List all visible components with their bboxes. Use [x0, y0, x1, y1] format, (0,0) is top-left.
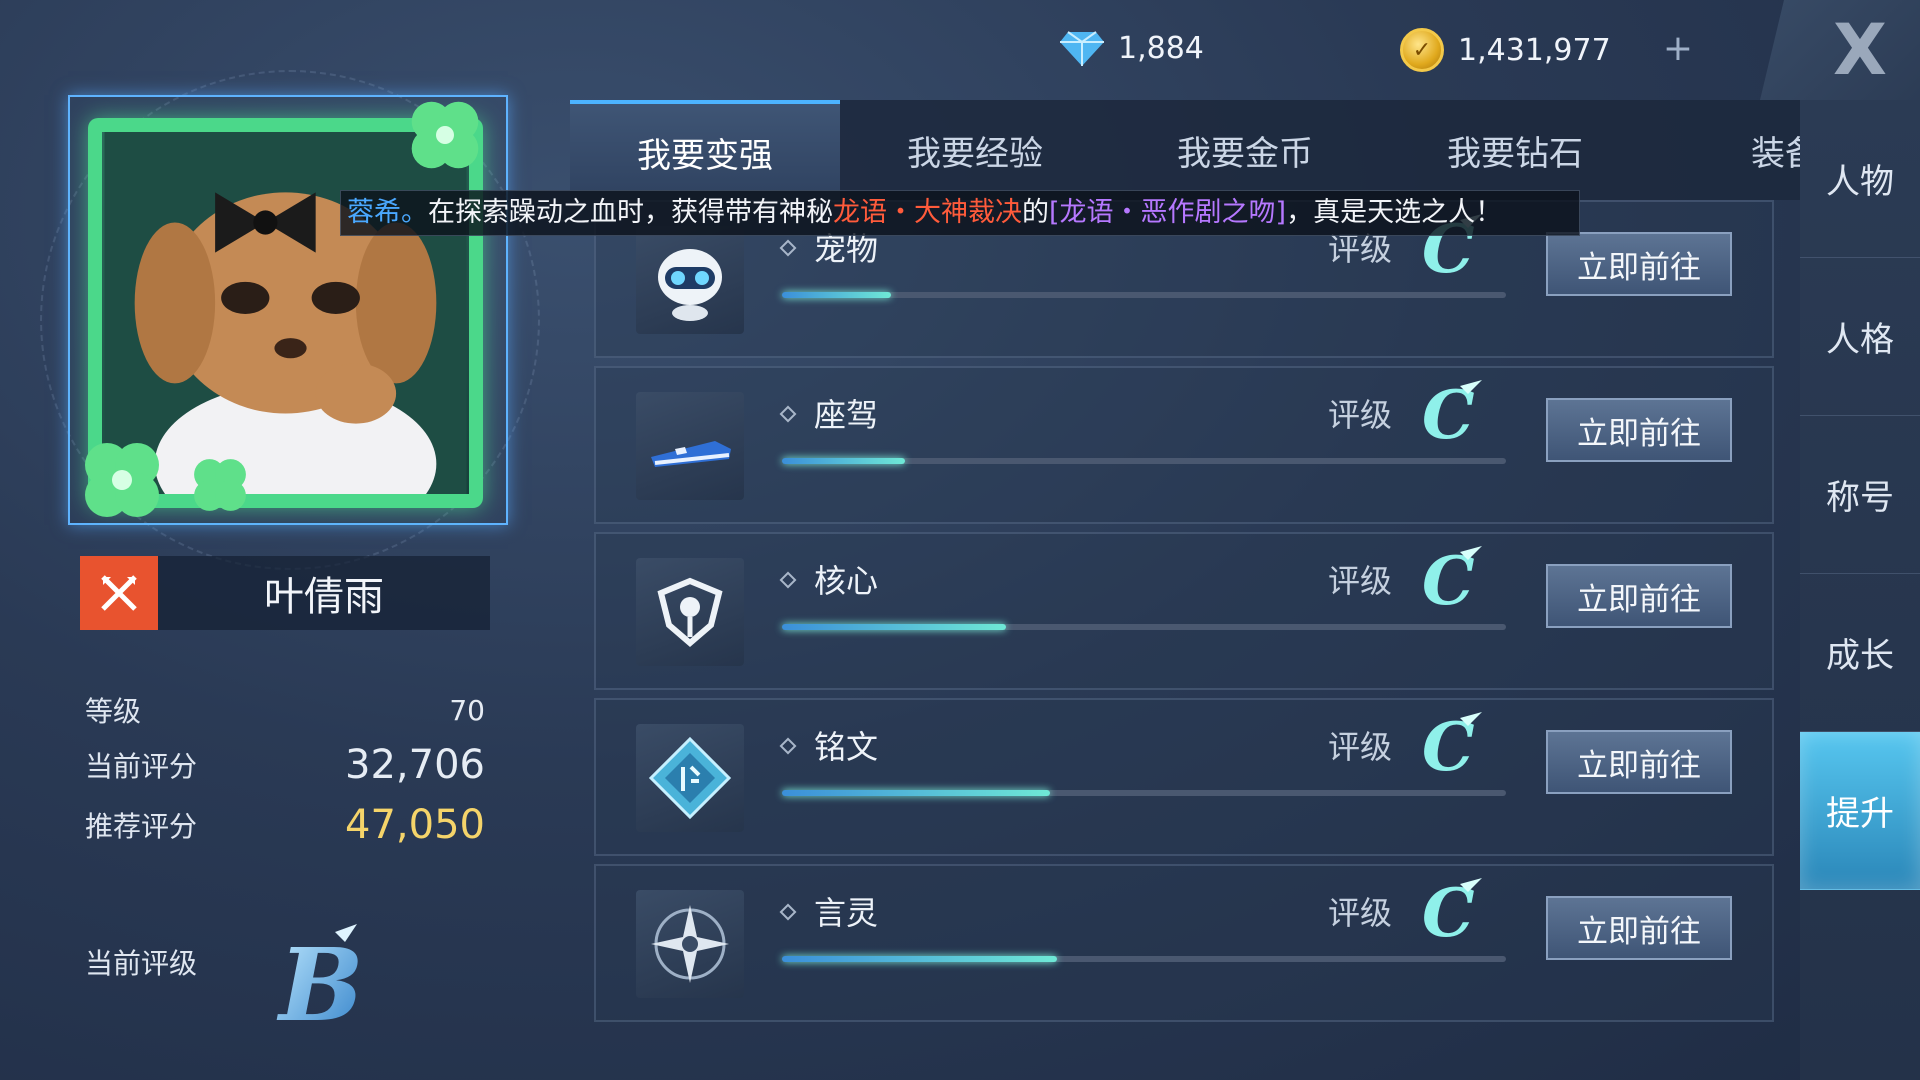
crossed-swords-class-icon: [80, 556, 158, 630]
currency-bar: 1,884 ✓ 1,431,977 +: [570, 0, 1800, 100]
rating-label: 评级: [1328, 894, 1393, 932]
broadcast-text: 在探索躁动之血时，获得带有神秘: [428, 197, 833, 228]
broadcast-text: 的: [1022, 197, 1049, 228]
go-now-button[interactable]: 立即前往: [1546, 232, 1732, 296]
tab-experience[interactable]: 我要经验: [840, 100, 1110, 200]
go-now-button[interactable]: 立即前往: [1546, 398, 1732, 462]
system-broadcast: 蓉希。在探索躁动之血时，获得带有神秘龙语・大神裁决的[龙语・恶作剧之吻]，真是天…: [340, 190, 1580, 236]
rank-b-badge-icon: B: [276, 924, 364, 1040]
list-item-inscription: 铭文 评级 C 立即前往: [594, 698, 1774, 856]
progress-fill: [782, 624, 1007, 630]
sidenav-character[interactable]: 人物: [1800, 100, 1920, 258]
list-item-spirit: 言灵 评级 C 立即前往: [594, 864, 1774, 1022]
nameplate: 叶倩雨: [80, 556, 490, 630]
gold-coin-icon: ✓: [1400, 28, 1444, 72]
sidenav-improve[interactable]: 提升: [1800, 732, 1920, 890]
recommended-score-row: 推荐评分 47,050: [85, 802, 485, 848]
current-score-label: 当前评分: [85, 750, 198, 783]
bullet-diamond-icon: [779, 737, 797, 755]
rank-letter: B: [276, 926, 364, 1040]
progress-fill: [782, 790, 1050, 796]
diamond-balance: 1,884: [1060, 28, 1204, 68]
current-rank-label: 当前评级: [85, 947, 198, 980]
broadcast-item-source: 龙语・大神裁决: [833, 197, 1022, 228]
sidenav-title[interactable]: 称号: [1800, 416, 1920, 574]
tab-diamonds[interactable]: 我要钻石: [1380, 100, 1650, 200]
row-title: 铭文: [814, 728, 879, 766]
list-item-core: 核心 评级 C 立即前往: [594, 532, 1774, 690]
category-tabs: 我要变强 我要经验 我要金币 我要钻石 装备: [570, 100, 1800, 200]
side-navigation: 人物 人格 称号 成长 提升: [1800, 100, 1920, 1080]
level-row: 等级 70: [85, 690, 485, 730]
level-value: 70: [449, 693, 485, 727]
recommended-score-label: 推荐评分: [85, 810, 198, 843]
player-name: 叶倩雨: [264, 574, 384, 620]
progress-bar: [782, 292, 1506, 298]
rating-label: 评级: [1328, 562, 1393, 600]
bullet-diamond-icon: [779, 571, 797, 589]
go-now-button[interactable]: 立即前往: [1546, 564, 1732, 628]
go-now-button[interactable]: 立即前往: [1546, 730, 1732, 794]
row-title: 核心: [814, 562, 879, 600]
bullet-diamond-icon: [779, 903, 797, 921]
clover-decoration-icon: [194, 459, 246, 511]
current-score-value: 32,706: [345, 742, 485, 788]
level-label: 等级: [85, 695, 142, 728]
inscription-rune-icon: [636, 724, 744, 832]
broadcast-player-name[interactable]: 蓉希。: [347, 197, 428, 228]
rating-c-badge-icon: C: [1422, 876, 1482, 946]
row-title: 言灵: [814, 894, 879, 932]
bullet-diamond-icon: [779, 405, 797, 423]
rating-c-badge-icon: C: [1422, 544, 1482, 614]
recommended-score-value: 47,050: [345, 802, 485, 848]
tab-become-stronger[interactable]: 我要变强: [570, 100, 840, 200]
list-item-mount: 座驾 评级 C 立即前往: [594, 366, 1774, 524]
spirit-compass-icon: [636, 890, 744, 998]
rating-c-badge-icon: C: [1422, 710, 1482, 780]
progress-bar: [782, 956, 1506, 962]
gold-balance: ✓ 1,431,977: [1400, 28, 1611, 72]
sidenav-persona[interactable]: 人格: [1800, 258, 1920, 416]
progress-bar: [782, 624, 1506, 630]
bullet-diamond-icon: [779, 239, 797, 257]
current-score-row: 当前评分 32,706: [85, 742, 485, 788]
clover-decoration-icon: [411, 101, 479, 169]
gold-count: 1,431,977: [1458, 32, 1611, 68]
close-button[interactable]: X: [1760, 0, 1920, 100]
upgrade-list: 宠物 评级 C 立即前往 座驾 评级 C 立即前往 核心 评级 C 立即前往 铭…: [594, 200, 1774, 1080]
tab-gold[interactable]: 我要金币: [1110, 100, 1380, 200]
progress-bar: [782, 458, 1506, 464]
diamond-icon: [1060, 31, 1104, 66]
broadcast-text: ，真是天选之人！: [1286, 197, 1503, 228]
go-now-button[interactable]: 立即前往: [1546, 896, 1732, 960]
core-emblem-icon: [636, 558, 744, 666]
progress-fill: [782, 956, 1058, 962]
diamond-count: 1,884: [1118, 30, 1204, 66]
rating-label: 评级: [1328, 728, 1393, 766]
progress-bar: [782, 790, 1506, 796]
row-title: 座驾: [814, 396, 879, 434]
rating-label: 评级: [1328, 396, 1393, 434]
tab-equipment[interactable]: 装备: [1650, 100, 1800, 200]
progress-fill: [782, 292, 891, 298]
sidenav-growth[interactable]: 成长: [1800, 574, 1920, 732]
player-panel: 叶倩雨 等级 70 当前评分 32,706 推荐评分 47,050 当前评级 B: [0, 0, 570, 1080]
add-currency-button[interactable]: +: [1658, 30, 1698, 70]
broadcast-item-link[interactable]: [龙语・恶作剧之吻]: [1049, 197, 1286, 228]
clover-decoration-icon: [85, 443, 159, 517]
mount-hoverboard-icon: [636, 392, 744, 500]
progress-fill: [782, 458, 906, 464]
pet-robot-icon: [636, 226, 744, 334]
rating-c-badge-icon: C: [1422, 378, 1482, 448]
